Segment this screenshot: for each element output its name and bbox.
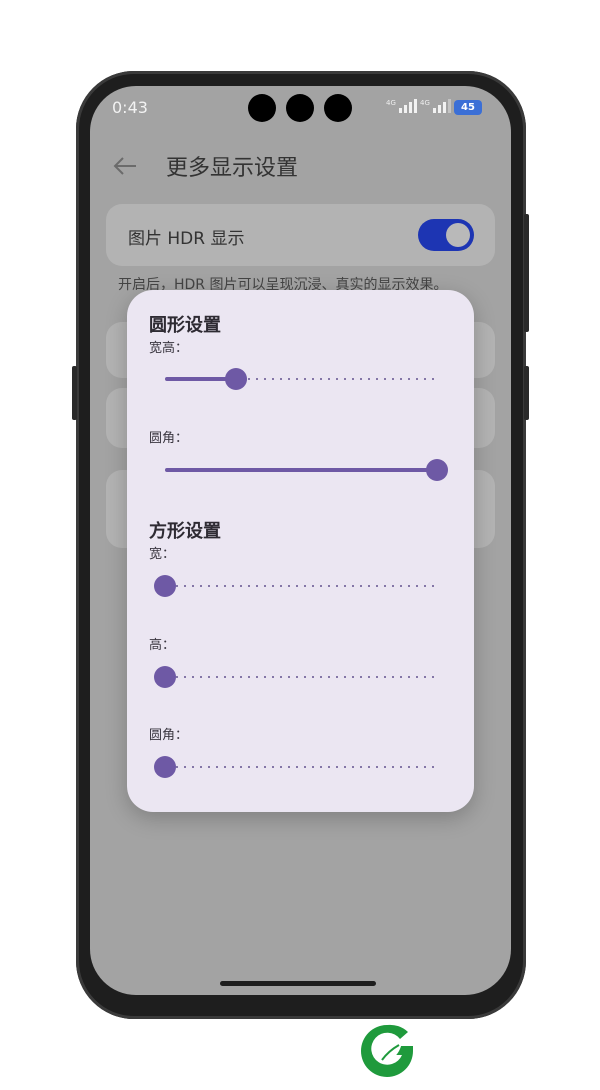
slider-fill [165,468,437,472]
circle-size-slider[interactable] [165,367,437,391]
square-width-slider[interactable] [154,574,437,598]
square-height-label: 高： [149,638,176,653]
slider-thumb[interactable] [154,575,176,597]
toggle-knob [446,223,470,247]
slider-thumb[interactable] [426,459,448,481]
hdr-setting-card[interactable]: 图片 HDR 显示 [106,204,495,266]
battery-icon: 45 [454,100,482,115]
slider-track [165,676,437,678]
camera-lens-icon [324,94,352,122]
slider-thumb[interactable] [154,666,176,688]
square-radius-label: 圆角： [149,728,189,743]
square-height-slider[interactable] [154,665,437,689]
slider-track [165,766,437,768]
volume-down-button [524,366,529,420]
circle-radius-slider[interactable] [165,458,448,482]
shape-settings-dialog: 圆形设置 宽高： 圆角： 方形设置 宽： 高： 圆角： [127,290,474,812]
power-button [72,366,77,420]
slider-thumb[interactable] [224,368,247,390]
volume-up-button [524,214,529,332]
sim1-network-label: 4G [386,99,396,107]
status-time: 0:43 [112,98,148,117]
page-header: 更多显示设置 [90,144,511,188]
hdr-label: 图片 HDR 显示 [128,229,245,249]
signal-icon: 4G [386,99,417,113]
square-radius-slider[interactable] [154,755,437,779]
home-indicator[interactable] [220,981,376,986]
status-bar: 0:43 4G 4G 45 [90,86,511,132]
camera-lens-icon [248,94,276,122]
signal-icon: 4G [420,99,451,113]
sim2-network-label: 4G [420,99,430,107]
slider-track [165,585,437,587]
square-width-label: 宽： [149,547,176,562]
leaf-logo-icon [361,1024,413,1077]
back-arrow-icon[interactable] [112,154,138,178]
circle-settings-title: 圆形设置 [149,315,221,336]
circle-radius-label: 圆角： [149,431,189,446]
hdr-toggle[interactable] [418,219,474,251]
slider-thumb[interactable] [154,756,176,778]
camera-lens-icon [286,94,314,122]
page-title: 更多显示设置 [166,156,299,181]
circle-size-label: 宽高： [149,341,189,356]
square-settings-title: 方形设置 [149,521,221,542]
camera-cutout [248,94,352,122]
